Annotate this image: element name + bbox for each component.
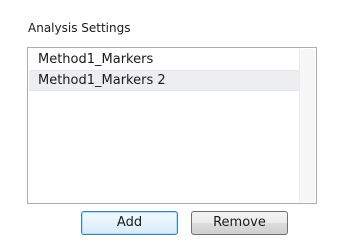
vertical-scrollbar[interactable]: [299, 49, 315, 202]
analysis-settings-panel: Analysis Settings Method1_Markers Method…: [0, 0, 346, 242]
add-button[interactable]: Add: [81, 211, 178, 235]
list-item-method1-markers[interactable]: Method1_Markers: [29, 49, 299, 70]
analysis-settings-title: Analysis Settings: [28, 21, 131, 35]
analysis-settings-list[interactable]: Method1_Markers Method1_Markers 2: [27, 47, 317, 204]
list-item-method1-markers-2[interactable]: Method1_Markers 2: [29, 70, 299, 91]
list-items-container: Method1_Markers Method1_Markers 2: [29, 49, 299, 202]
remove-button[interactable]: Remove: [191, 211, 288, 235]
